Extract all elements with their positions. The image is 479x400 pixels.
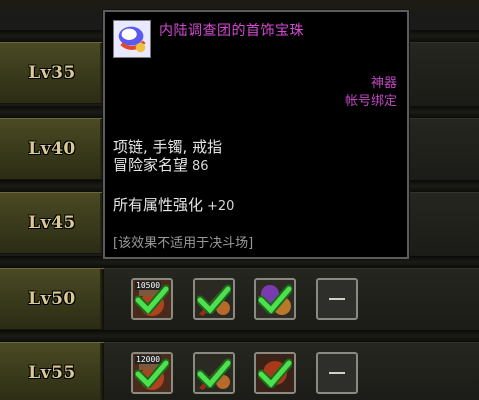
dash-icon	[329, 372, 345, 374]
reward-slot-lv55-3[interactable]	[254, 352, 296, 394]
reward-slot-lv50-3[interactable]	[254, 278, 296, 320]
orb-item-icon	[113, 20, 151, 58]
level-row-40: Lv40	[0, 118, 104, 180]
level-label: Lv50	[28, 289, 76, 309]
level-row-35: Lv35	[0, 42, 104, 104]
reward-slot-lv55-2[interactable]	[193, 352, 235, 394]
item-tooltip: 内陆调查团的首饰宝珠 神器 帐号绑定 项链, 手镯, 戒指 冒险家名望 86 所有…	[103, 10, 409, 259]
reward-slot-lv55-1[interactable]: 12000	[131, 352, 173, 394]
stat-value: +20	[207, 199, 235, 214]
tooltip-note: [该效果不适用于决斗场]	[113, 236, 254, 251]
reputation-line: 冒险家名望 86	[113, 154, 209, 175]
level-label: Lv55	[28, 363, 76, 383]
level-label: Lv35	[28, 63, 76, 83]
checkmark-icon	[258, 358, 292, 388]
binding-status: 帐号绑定	[344, 94, 397, 109]
level-label: Lv40	[28, 139, 76, 159]
tooltip-title: 内陆调查团的首饰宝珠	[159, 23, 304, 39]
empty-slot-lv55[interactable]	[316, 352, 358, 394]
item-grade: 神器	[370, 76, 397, 91]
dash-icon	[329, 298, 345, 300]
checkmark-icon	[197, 358, 231, 388]
checkmark-icon	[135, 358, 169, 388]
level-row-50: Lv50	[0, 268, 104, 330]
checkmark-icon	[135, 284, 169, 314]
stat-label: 所有属性强化	[113, 196, 204, 214]
reward-slot-lv50-2[interactable]	[193, 278, 235, 320]
reputation-label: 冒险家名望	[113, 156, 189, 174]
reputation-value: 86	[192, 159, 209, 174]
level-row-45: Lv45	[0, 192, 104, 254]
stat-line: 所有属性强化 +20	[113, 194, 234, 215]
level-label: Lv45	[28, 213, 76, 233]
checkmark-icon	[258, 284, 292, 314]
level-column: Lv35 Lv40 Lv45 Lv50 Lv55	[0, 0, 104, 400]
checkmark-icon	[197, 284, 231, 314]
reward-slot-lv50-1[interactable]: 10500	[131, 278, 173, 320]
level-row-55: Lv55	[0, 342, 104, 400]
empty-slot-lv50[interactable]	[316, 278, 358, 320]
